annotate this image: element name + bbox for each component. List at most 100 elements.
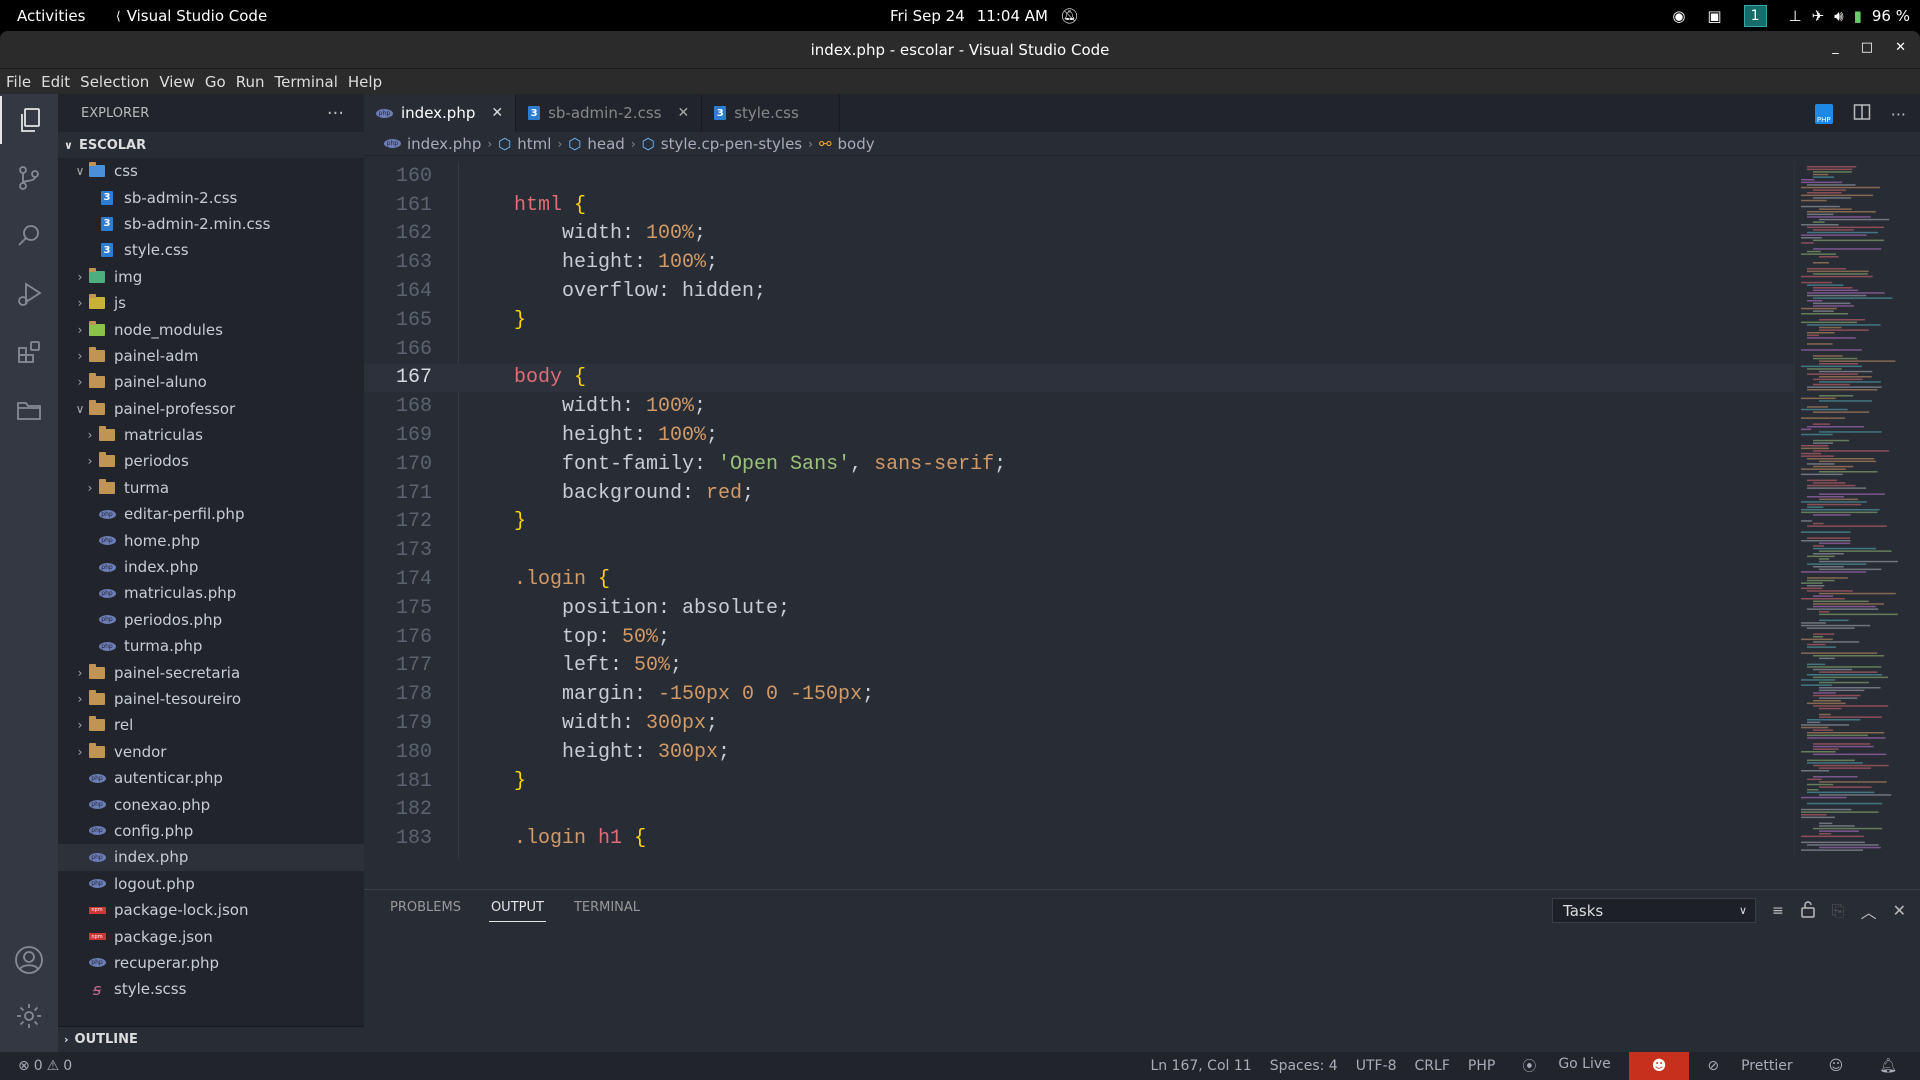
tree-item[interactable]: php turma.php (58, 633, 364, 659)
tree-item[interactable]: 3 sb-admin-2.css (58, 184, 364, 210)
explorer-view-button[interactable] (0, 96, 58, 144)
php-preview-button[interactable]: PHP (1814, 104, 1833, 124)
panel-tab-problems[interactable]: PROBLEMS (390, 890, 461, 924)
tree-item[interactable]: php recuperar.php (58, 950, 364, 976)
tree-item[interactable]: php conexao.php (58, 791, 364, 817)
code-line[interactable]: 168 width: 100%; (364, 392, 1794, 421)
code-editor[interactable]: 160 161 html {162 width: 100%; 163 height: … (364, 162, 1794, 859)
source-control-button[interactable] (0, 154, 58, 202)
close-tab-button[interactable]: ✕ (677, 105, 689, 121)
tree-item[interactable]: › matriculas (58, 422, 364, 448)
tree-item[interactable]: php matriculas.php (58, 580, 364, 606)
lock-scroll-button[interactable] (1800, 900, 1816, 922)
menu-edit[interactable]: Edit (41, 73, 76, 91)
close-tab-button[interactable]: ✕ (491, 105, 503, 121)
code-line[interactable]: 183 .login h1 { (364, 824, 1794, 853)
feedback-button[interactable]: ☺ (1811, 1058, 1862, 1074)
tree-item[interactable]: ∨ painel-professor (58, 396, 364, 422)
code-line[interactable]: 171 background: red; (364, 479, 1794, 508)
problems-status[interactable]: ⊗ 0 ⚠ 0 (0, 1058, 72, 1074)
code-line[interactable]: 173 (364, 536, 1794, 565)
run-debug-button[interactable] (0, 270, 58, 318)
code-line[interactable]: 165} (364, 306, 1794, 335)
indentation[interactable]: Spaces: 4 (1261, 1058, 1347, 1074)
go-live-button[interactable]: ⦿ Go Live (1504, 1056, 1628, 1076)
code-line[interactable]: 182 (364, 796, 1794, 825)
close-window-button[interactable]: ✕ (1895, 40, 1906, 55)
copilot-button[interactable]: ☻ (1628, 1052, 1690, 1080)
tree-item[interactable]: 3 sb-admin-2.min.css (58, 211, 364, 237)
code-line[interactable]: 178 margin: -150px 0 0 -150px; (364, 680, 1794, 709)
notifications-button[interactable]: 🔔︎ (1861, 1058, 1920, 1074)
tree-item[interactable]: › node_modules (58, 316, 364, 342)
code-line[interactable]: 164 overflow: hidden; (364, 277, 1794, 306)
tree-item[interactable]: php periodos.php (58, 607, 364, 633)
menu-file[interactable]: File (6, 73, 37, 91)
tree-item[interactable]: › turma (58, 475, 364, 501)
tree-item[interactable]: ꞩ style.scss (58, 976, 364, 1002)
tree-item[interactable]: php editar-perfil.php (58, 501, 364, 527)
workspace-indicator[interactable]: 1 (1743, 5, 1767, 27)
tree-item[interactable]: ∨ css (58, 158, 364, 184)
tree-item[interactable]: › painel-secretaria (58, 659, 364, 685)
breadcrumb-item[interactable]: head (587, 135, 624, 153)
menu-selection[interactable]: Selection (80, 73, 155, 91)
line-endings[interactable]: CRLF (1406, 1058, 1459, 1074)
screenshot-icon[interactable]: ◉ (1672, 7, 1685, 25)
code-line[interactable]: 162 width: 100%; (364, 220, 1794, 249)
tree-item[interactable]: npm package-lock.json (58, 897, 364, 923)
tree-item[interactable]: npm package.json (58, 923, 364, 949)
breadcrumb-item[interactable]: body (838, 135, 875, 153)
breadcrumb-item[interactable]: html (517, 135, 551, 153)
code-line[interactable]: 166 (364, 335, 1794, 364)
tree-item[interactable]: › js (58, 290, 364, 316)
code-line[interactable]: 180 height: 300px; (364, 738, 1794, 767)
tab-sb-admin-2-css[interactable]: 3 sb-admin-2.css ✕ (516, 94, 703, 132)
code-line[interactable]: 169 height: 100%; (364, 421, 1794, 450)
tree-item[interactable]: › painel-tesoureiro (58, 686, 364, 712)
tree-item[interactable]: php index.php (58, 554, 364, 580)
code-line[interactable]: 179 width: 300px; (364, 709, 1794, 738)
outline-section[interactable]: › OUTLINE (58, 1026, 364, 1052)
maximize-button[interactable]: □ (1861, 40, 1873, 55)
status-icons[interactable]: ⊥ ✈ 🔊︎ ▮ 96 % (1789, 7, 1910, 25)
tree-item[interactable]: › painel-adm (58, 343, 364, 369)
extensions-button[interactable] (0, 328, 58, 376)
code-line[interactable]: 160 (364, 162, 1794, 191)
language-mode[interactable]: PHP (1459, 1058, 1504, 1074)
menu-run[interactable]: Run (236, 73, 271, 91)
tree-item[interactable]: › rel (58, 712, 364, 738)
close-panel-button[interactable]: ✕ (1893, 901, 1906, 920)
search-view-button[interactable] (0, 212, 58, 260)
maximize-panel-button[interactable]: ︿ (1861, 899, 1877, 923)
project-manager-button[interactable] (0, 386, 58, 434)
menu-go[interactable]: Go (205, 73, 232, 91)
tree-item[interactable]: php config.php (58, 818, 364, 844)
code-line[interactable]: 172} (364, 508, 1794, 537)
more-actions-button[interactable]: ··· (1891, 105, 1906, 124)
prettier-button[interactable]: ⊘ Prettier (1689, 1058, 1810, 1074)
clear-output-button[interactable]: ≡ (1772, 903, 1784, 919)
output-channel-select[interactable]: Tasks ∨ (1552, 898, 1757, 923)
code-line[interactable]: 167 body { (364, 363, 1794, 393)
app-menu[interactable]: ⟨ Visual Studio Code (116, 7, 267, 25)
terminal-icon[interactable]: ▣ (1707, 7, 1721, 25)
tree-item[interactable]: › periodos (58, 448, 364, 474)
panel-tab-output[interactable]: OUTPUT (488, 890, 546, 924)
activities-button[interactable]: Activities (17, 7, 85, 25)
code-line[interactable]: 174 .login { (364, 565, 1794, 594)
tab-style-css[interactable]: 3 style.css (702, 94, 840, 132)
menu-view[interactable]: View (159, 73, 201, 91)
code-line[interactable]: 175 position: absolute; (364, 594, 1794, 623)
explorer-more-button[interactable]: ··· (327, 103, 344, 124)
tree-item[interactable]: php home.php (58, 527, 364, 553)
cursor-position[interactable]: Ln 167, Col 11 (1141, 1058, 1260, 1074)
accounts-button[interactable] (0, 936, 58, 984)
code-line[interactable]: 161 html { (364, 191, 1794, 220)
tree-item[interactable]: php logout.php (58, 871, 364, 897)
breadcrumb-item[interactable]: style.cp-pen-styles (661, 135, 802, 153)
code-line[interactable]: 163 height: 100%; (364, 248, 1794, 277)
split-editor-button[interactable] (1853, 103, 1871, 125)
minimize-button[interactable]: _ (1832, 40, 1839, 55)
open-log-button[interactable]: ⎘ (1832, 901, 1845, 921)
